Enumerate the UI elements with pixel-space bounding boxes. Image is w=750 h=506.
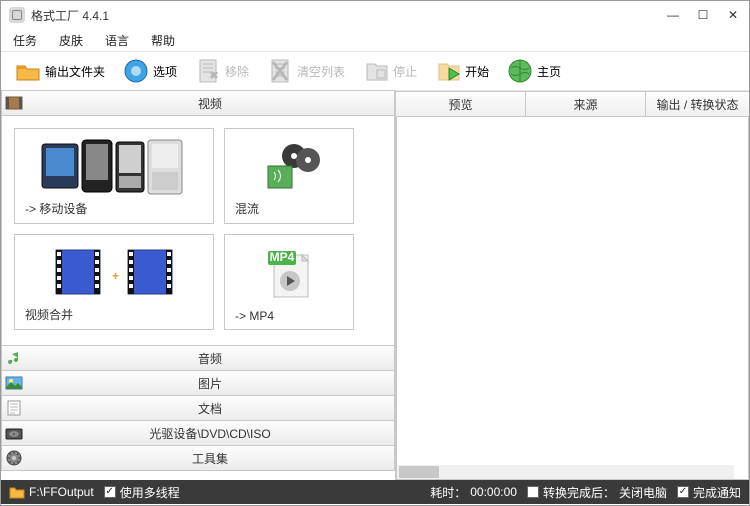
checkbox-icon xyxy=(527,486,539,498)
image-icon xyxy=(2,376,26,390)
task-list: 预览 来源 输出 / 转换状态 xyxy=(396,91,749,480)
category-tools[interactable]: 工具集 xyxy=(1,445,395,471)
column-status[interactable]: 输出 / 转换状态 xyxy=(646,91,749,116)
card-mp4-label: -> MP4 xyxy=(231,309,347,323)
menu-language[interactable]: 语言 xyxy=(101,30,133,51)
output-folder-label: 输出文件夹 xyxy=(45,63,105,80)
multithread-checkbox[interactable]: 使用多线程 xyxy=(104,484,180,501)
category-audio-label: 音频 xyxy=(26,350,394,367)
category-audio[interactable]: 音频 xyxy=(1,345,395,371)
card-video-merge[interactable]: + 视频合并 xyxy=(14,234,214,330)
category-document[interactable]: 文档 xyxy=(1,395,395,421)
remove-button[interactable]: 移除 xyxy=(189,54,255,88)
category-image-label: 图片 xyxy=(26,375,394,392)
options-icon xyxy=(123,58,149,84)
notify-label: 完成通知 xyxy=(693,484,741,501)
home-label: 主页 xyxy=(537,63,561,80)
clear-button[interactable]: 清空列表 xyxy=(261,54,351,88)
table-header: 预览 来源 输出 / 转换状态 xyxy=(396,91,749,117)
card-mp4[interactable]: MP4 -> MP4 xyxy=(224,234,354,330)
mobile-devices-image xyxy=(21,135,207,196)
app-icon xyxy=(9,7,25,23)
notify-checkbox[interactable]: 完成通知 xyxy=(677,484,741,501)
category-video[interactable]: 视频 xyxy=(1,90,395,116)
multithread-label: 使用多线程 xyxy=(120,484,180,501)
window-title: 格式工厂 4.4.1 xyxy=(31,7,109,24)
disc-icon xyxy=(2,426,26,440)
options-label: 选项 xyxy=(153,63,177,80)
menu-task[interactable]: 任务 xyxy=(9,30,41,51)
folder-icon xyxy=(15,58,41,84)
table-body xyxy=(396,117,749,480)
start-label: 开始 xyxy=(465,63,489,80)
stop-icon xyxy=(363,58,389,84)
menu-help[interactable]: 帮助 xyxy=(147,30,179,51)
folder-small-icon xyxy=(9,485,25,499)
video-icon xyxy=(2,96,26,110)
after-convert-checkbox[interactable]: 转换完成后：关闭电脑 xyxy=(527,484,667,501)
title-bar: 格式工厂 4.4.1 — ☐ ✕ xyxy=(1,1,749,29)
merge-image: + xyxy=(21,241,207,302)
checkbox-icon xyxy=(677,486,689,498)
column-preview[interactable]: 预览 xyxy=(396,91,526,116)
remove-icon xyxy=(195,58,221,84)
tools-icon xyxy=(2,450,26,466)
category-disc[interactable]: 光驱设备\DVD\CD\ISO xyxy=(1,420,395,446)
category-tools-label: 工具集 xyxy=(26,450,394,467)
clear-icon xyxy=(267,58,293,84)
card-mobile-label: -> 移动设备 xyxy=(21,200,207,217)
card-merge-label: 视频合并 xyxy=(21,306,207,323)
category-video-label: 视频 xyxy=(26,95,394,112)
category-panel: 视频 -> 移动设备 xyxy=(1,91,396,480)
stop-button[interactable]: 停止 xyxy=(357,54,423,88)
output-path-button[interactable]: F:\FFOutput xyxy=(9,485,94,499)
column-source[interactable]: 来源 xyxy=(526,91,646,116)
toolbar: 输出文件夹 选项 移除 清空列表 停止 开始 主页 xyxy=(1,51,749,91)
category-disc-label: 光驱设备\DVD\CD\ISO xyxy=(26,425,394,442)
maximize-button[interactable]: ☐ xyxy=(695,7,711,23)
menu-skin[interactable]: 皮肤 xyxy=(55,30,87,51)
close-button[interactable]: ✕ xyxy=(725,7,741,23)
start-button[interactable]: 开始 xyxy=(429,54,495,88)
mux-image xyxy=(231,135,347,196)
stop-label: 停止 xyxy=(393,63,417,80)
output-path-label: F:\FFOutput xyxy=(29,485,94,499)
clear-label: 清空列表 xyxy=(297,63,345,80)
svg-text:MP4: MP4 xyxy=(270,250,295,264)
elapsed-time: 耗时：00:00:00 xyxy=(430,484,517,501)
document-icon xyxy=(2,400,26,416)
status-bar: F:\FFOutput 使用多线程 耗时：00:00:00 转换完成后：关闭电脑… xyxy=(1,480,749,504)
checkbox-icon xyxy=(104,486,116,498)
minimize-button[interactable]: — xyxy=(665,7,681,23)
card-mux[interactable]: 混流 xyxy=(224,128,354,224)
mp4-image: MP4 xyxy=(231,241,347,305)
globe-icon xyxy=(507,58,533,84)
svg-text:+: + xyxy=(112,269,119,283)
home-button[interactable]: 主页 xyxy=(501,54,567,88)
category-document-label: 文档 xyxy=(26,400,394,417)
menu-bar: 任务 皮肤 语言 帮助 xyxy=(1,29,749,51)
output-folder-button[interactable]: 输出文件夹 xyxy=(9,54,111,88)
options-button[interactable]: 选项 xyxy=(117,54,183,88)
start-icon xyxy=(435,58,461,84)
category-image[interactable]: 图片 xyxy=(1,370,395,396)
audio-icon xyxy=(2,350,26,366)
remove-label: 移除 xyxy=(225,63,249,80)
horizontal-scrollbar[interactable] xyxy=(397,465,734,479)
card-mobile-device[interactable]: -> 移动设备 xyxy=(14,128,214,224)
card-mux-label: 混流 xyxy=(231,200,347,217)
